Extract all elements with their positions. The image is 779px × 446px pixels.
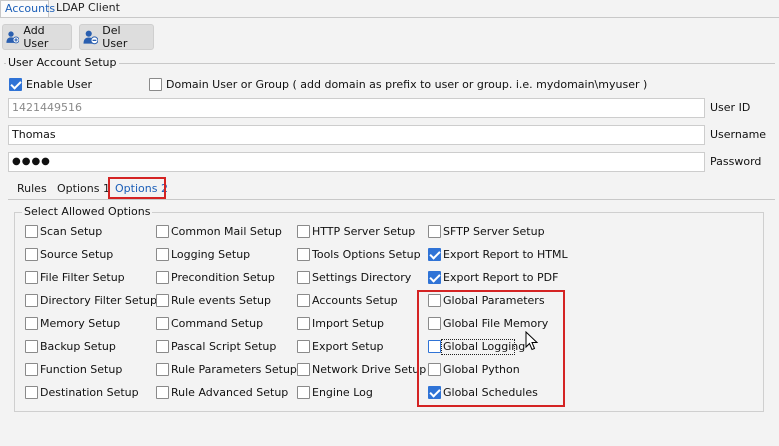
enable-user-label: Enable User xyxy=(26,78,93,91)
option-checkbox[interactable] xyxy=(297,271,310,284)
option-checkbox[interactable] xyxy=(297,340,310,353)
option-label: Memory Setup xyxy=(40,317,121,330)
domain-user-checkbox[interactable] xyxy=(149,78,162,91)
option-label: Rule Parameters Setup xyxy=(171,363,297,376)
option-checkbox[interactable] xyxy=(156,317,169,330)
option-checkbox[interactable] xyxy=(156,294,169,307)
user-id-field[interactable]: 1421449516 xyxy=(8,98,705,118)
option-checkbox[interactable] xyxy=(25,225,38,238)
option-checkbox[interactable] xyxy=(156,225,169,238)
global-options-highlight xyxy=(417,290,565,407)
option-label: Rule Advanced Setup xyxy=(171,386,289,399)
del-user-button[interactable]: Del User xyxy=(79,24,154,50)
option-checkbox[interactable] xyxy=(297,363,310,376)
option-checkbox[interactable] xyxy=(156,386,169,399)
allowed-options-title: Select Allowed Options xyxy=(22,205,153,218)
option-checkbox[interactable] xyxy=(297,386,310,399)
option-checkbox[interactable] xyxy=(25,386,38,399)
option-checkbox[interactable] xyxy=(428,248,441,261)
option-checkbox[interactable] xyxy=(25,317,38,330)
password-field[interactable]: ●●●● xyxy=(8,152,705,172)
option-label: Logging Setup xyxy=(171,248,251,261)
add-user-icon xyxy=(6,31,20,44)
option-checkbox[interactable] xyxy=(428,271,441,284)
option-checkbox[interactable] xyxy=(297,248,310,261)
tab-divider xyxy=(0,17,779,18)
option-checkbox[interactable] xyxy=(297,225,310,238)
option-checkbox[interactable] xyxy=(25,294,38,307)
option-checkbox[interactable] xyxy=(25,363,38,376)
option-checkbox[interactable] xyxy=(297,317,310,330)
option-checkbox[interactable] xyxy=(156,271,169,284)
option-label: Settings Directory xyxy=(312,271,412,284)
option-checkbox[interactable] xyxy=(25,340,38,353)
tab-options-1[interactable]: Options 1 xyxy=(57,182,110,198)
option-label: Scan Setup xyxy=(40,225,103,238)
enable-user-checkbox[interactable] xyxy=(9,78,22,91)
option-label: Export Setup xyxy=(312,340,384,353)
subtab-divider xyxy=(8,199,775,200)
option-label: Command Setup xyxy=(171,317,264,330)
option-label: Function Setup xyxy=(40,363,123,376)
main-tab-bar: Accounts LDAP Client xyxy=(0,0,779,18)
del-user-label: Del User xyxy=(102,24,128,50)
domain-user-label: Domain User or Group ( add domain as pre… xyxy=(166,78,648,91)
add-user-label: Add User xyxy=(23,24,49,50)
delete-user-icon xyxy=(83,30,99,45)
option-label: HTTP Server Setup xyxy=(312,225,416,238)
option-label: Network Drive Setup xyxy=(312,363,427,376)
tab-accounts[interactable]: Accounts xyxy=(0,0,55,18)
option-label: Engine Log xyxy=(312,386,373,399)
option-label: Rule events Setup xyxy=(171,294,272,307)
option-label: Export Report to PDF xyxy=(443,271,559,284)
option-label: Accounts Setup xyxy=(312,294,398,307)
option-checkbox[interactable] xyxy=(156,363,169,376)
tab-ldap-client[interactable]: LDAP Client xyxy=(52,0,124,18)
option-label: Backup Setup xyxy=(40,340,116,353)
account-setup-divider xyxy=(4,63,775,64)
option-checkbox[interactable] xyxy=(297,294,310,307)
option-label: Export Report to HTML xyxy=(443,248,568,261)
password-label: Password xyxy=(710,155,762,168)
user-id-label: User ID xyxy=(710,101,751,114)
option-label: Tools Options Setup xyxy=(312,248,421,261)
option-checkbox[interactable] xyxy=(156,340,169,353)
add-user-button[interactable]: Add User xyxy=(2,24,72,50)
allowed-options-group xyxy=(14,212,764,412)
option-label: Common Mail Setup xyxy=(171,225,282,238)
option-checkbox[interactable] xyxy=(25,271,38,284)
option-checkbox[interactable] xyxy=(156,248,169,261)
option-checkbox[interactable] xyxy=(428,225,441,238)
option-label: Precondition Setup xyxy=(171,271,275,284)
option-label: Source Setup xyxy=(40,248,114,261)
username-label: Username xyxy=(710,128,767,141)
account-setup-title: User Account Setup xyxy=(6,56,119,69)
options-2-highlight xyxy=(108,177,166,199)
option-label: Pascal Script Setup xyxy=(171,340,277,353)
mouse-cursor-icon xyxy=(525,331,539,351)
option-label: SFTP Server Setup xyxy=(443,225,545,238)
tab-rules[interactable]: Rules xyxy=(17,182,47,198)
option-label: Destination Setup xyxy=(40,386,139,399)
option-label: File Filter Setup xyxy=(40,271,125,284)
option-label: Import Setup xyxy=(312,317,385,330)
username-field[interactable]: Thomas xyxy=(8,125,705,145)
option-label: Directory Filter Setup xyxy=(40,294,157,307)
option-checkbox[interactable] xyxy=(25,248,38,261)
